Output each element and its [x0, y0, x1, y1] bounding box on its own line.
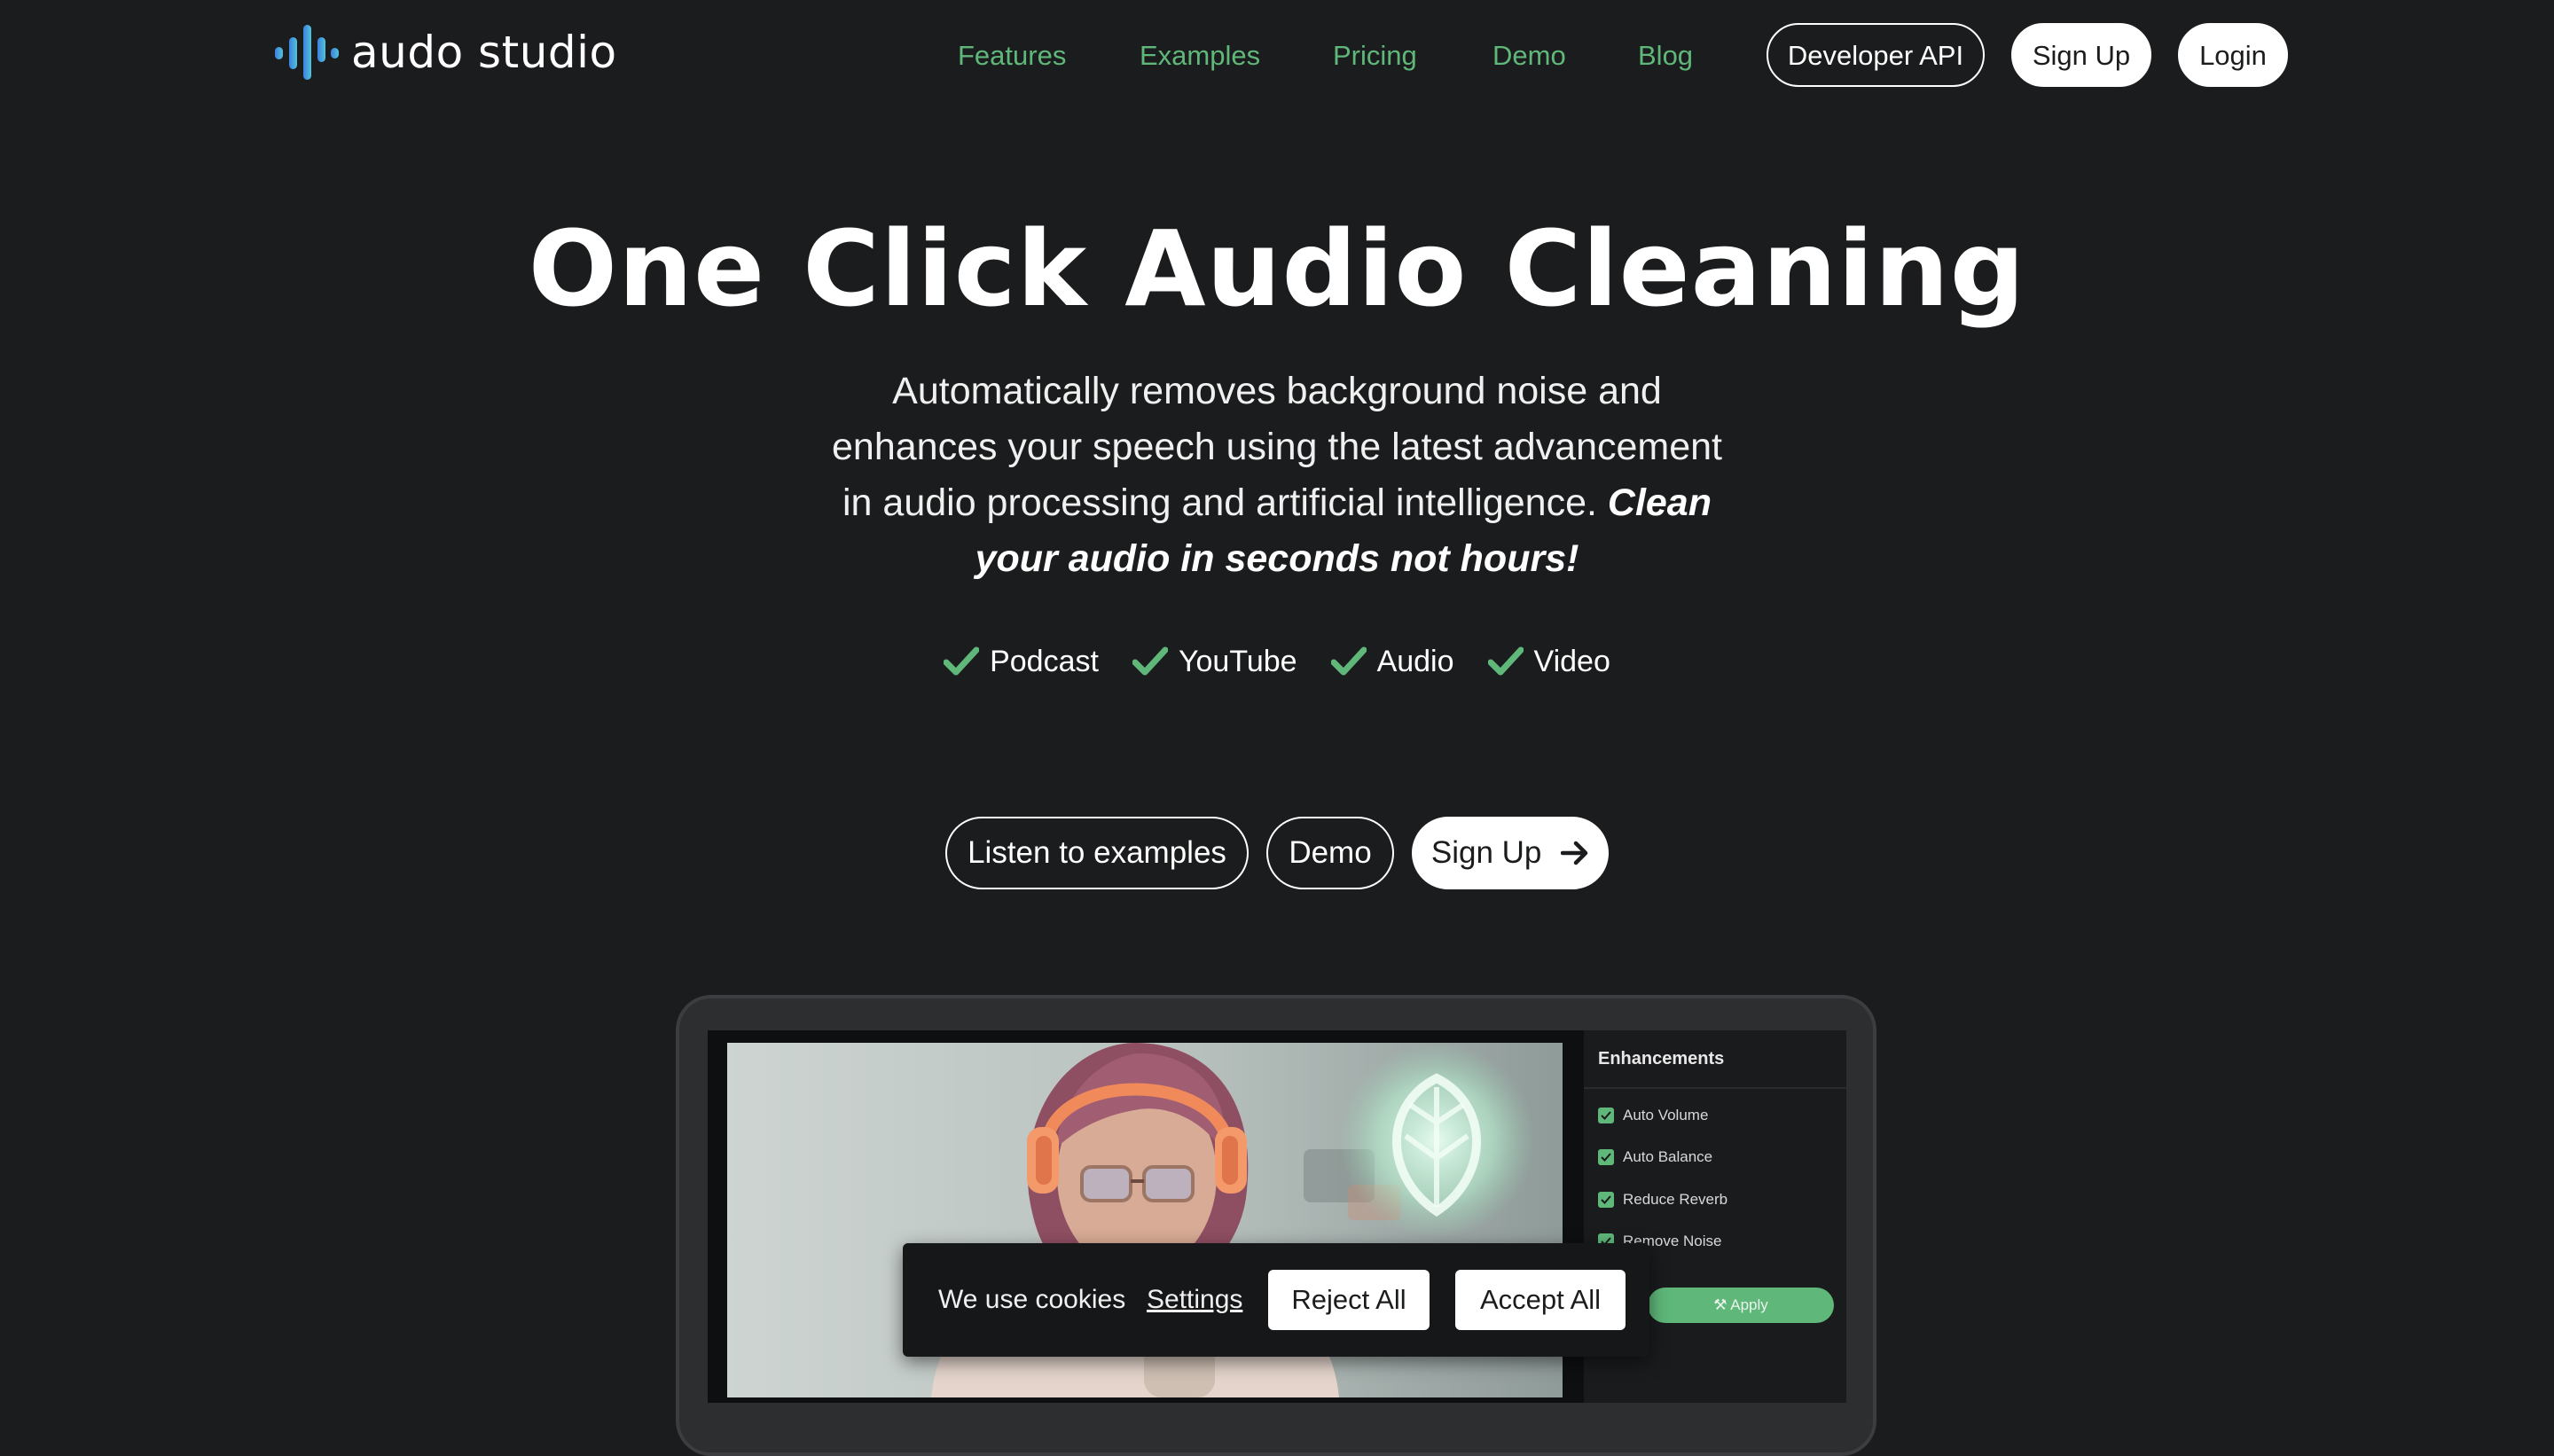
- nav-link-features[interactable]: Features: [958, 35, 1066, 76]
- hero-title: One Click Audio Cleaning: [528, 207, 2026, 330]
- checkbox-checked-icon[interactable]: [1598, 1108, 1614, 1123]
- use-case-video: Video: [1487, 637, 1610, 686]
- hero-subtitle: Automatically removes background noise a…: [816, 364, 1738, 587]
- panel-divider: [1584, 1087, 1846, 1089]
- sign-up-button[interactable]: Sign Up: [2011, 23, 2151, 87]
- nav-link-pricing[interactable]: Pricing: [1333, 35, 1417, 76]
- check-icon: [1330, 646, 1367, 676]
- magic-wand-icon: ⚒: [1713, 1296, 1727, 1313]
- check-icon: [944, 646, 980, 676]
- check-icon: [1132, 646, 1168, 676]
- cookie-settings-link[interactable]: Settings: [1147, 1282, 1242, 1318]
- demo-button[interactable]: Demo: [1266, 817, 1394, 889]
- enhancement-auto-balance[interactable]: Auto Balance: [1598, 1147, 1712, 1168]
- check-icon: [1487, 646, 1524, 676]
- reject-all-button[interactable]: Reject All: [1268, 1270, 1430, 1330]
- checkbox-checked-icon[interactable]: [1598, 1149, 1614, 1165]
- enhancement-label: Reduce Reverb: [1623, 1191, 1728, 1208]
- enhancement-auto-volume[interactable]: Auto Volume: [1598, 1105, 1708, 1126]
- use-case-audio: Audio: [1330, 637, 1454, 686]
- checkbox-checked-icon[interactable]: [1598, 1192, 1614, 1208]
- waveform-logo-icon: [275, 25, 339, 80]
- logo[interactable]: audo studio: [275, 23, 617, 82]
- use-case-label: Podcast: [990, 645, 1099, 678]
- apply-label: Apply: [1730, 1296, 1768, 1313]
- brand-name: audo studio: [351, 27, 617, 78]
- nav-link-examples[interactable]: Examples: [1140, 35, 1260, 76]
- cookie-message: We use cookies: [938, 1285, 1126, 1314]
- use-case-label: Video: [1533, 645, 1610, 678]
- use-case-youtube: YouTube: [1132, 637, 1297, 686]
- use-case-label: Audio: [1376, 645, 1454, 678]
- listen-to-examples-button[interactable]: Listen to examples: [945, 817, 1249, 889]
- nav-link-demo[interactable]: Demo: [1492, 35, 1566, 76]
- apply-button[interactable]: ⚒ Apply: [1648, 1288, 1834, 1323]
- enhancement-label: Auto Balance: [1623, 1148, 1713, 1165]
- hero-subtitle-text: Automatically removes background noise a…: [832, 370, 1722, 524]
- enhancements-title: Enhancements: [1598, 1049, 1725, 1069]
- hero-sign-up-label: Sign Up: [1430, 835, 1542, 870]
- use-case-label: YouTube: [1178, 645, 1297, 678]
- login-button[interactable]: Login: [2178, 23, 2288, 87]
- use-case-list: Podcast YouTube Audio Video: [0, 637, 2554, 686]
- top-nav: audo studio Features Examples Pricing De…: [0, 0, 2554, 115]
- use-case-podcast: Podcast: [944, 637, 1099, 686]
- nav-link-blog[interactable]: Blog: [1638, 35, 1693, 76]
- enhancement-label: Auto Volume: [1623, 1107, 1709, 1123]
- enhancement-reduce-reverb[interactable]: Reduce Reverb: [1598, 1189, 1727, 1210]
- hero-sign-up-button[interactable]: Sign Up: [1412, 817, 1609, 889]
- accept-all-button[interactable]: Accept All: [1455, 1270, 1626, 1330]
- developer-api-button[interactable]: Developer API: [1767, 23, 1985, 87]
- arrow-right-icon: [1561, 841, 1588, 865]
